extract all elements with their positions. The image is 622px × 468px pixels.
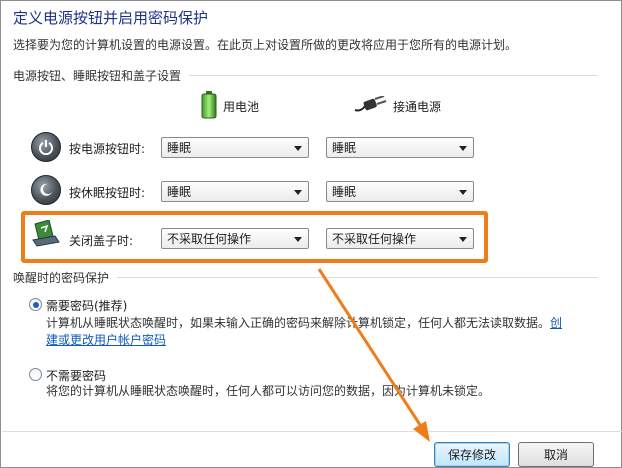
sleep-button-label: 按休眠按钮时:	[69, 186, 146, 200]
no-password-label[interactable]: 不需要密码	[46, 367, 106, 384]
select-value: 不采取任何操作	[332, 232, 417, 246]
select-value: 睡眠	[332, 141, 357, 155]
lid-close-label: 关闭盖子时:	[69, 234, 134, 248]
change-password-link-line: 建或更改用户帐户密码	[46, 332, 166, 349]
lid-close-plugged-select[interactable]: 不采取任何操作	[326, 228, 474, 249]
chevron-down-icon	[459, 237, 467, 242]
select-value: 睡眠	[332, 185, 357, 199]
power-button-label: 按电源按钮时:	[69, 142, 146, 156]
require-password-description: 计算机从睡眠状态唤醒时，如果未输入正确的密码来解除计算机锁定，任何人都无法读取数…	[46, 315, 586, 332]
wake-section-title: 唤醒时的密码保护	[13, 269, 118, 286]
power-plug-icon	[353, 95, 387, 117]
power-options-window: 定义电源按钮并启用密码保护 选择要为您的计算机设置的电源设置。在此页上对设置所做…	[0, 0, 622, 468]
require-password-label[interactable]: 需要密码(推荐)	[46, 297, 127, 314]
battery-column-header: 用电池	[201, 91, 259, 122]
power-button-plugged-select[interactable]: 睡眠	[326, 137, 474, 158]
power-section-title: 电源按钮、睡眠按钮和盖子设置	[13, 67, 190, 84]
select-value: 睡眠	[167, 141, 192, 155]
no-password-radio[interactable]	[29, 368, 42, 381]
change-password-link-cont[interactable]: 建或更改用户帐户密码	[46, 333, 166, 347]
plugged-column-label: 接通电源	[393, 100, 442, 114]
radio-dot	[32, 301, 39, 308]
battery-icon	[201, 91, 217, 122]
save-button[interactable]: 保存修改	[434, 442, 510, 467]
chevron-down-icon	[294, 146, 302, 151]
footer-divider	[2, 431, 622, 432]
chevron-down-icon	[294, 190, 302, 195]
sleep-button-plugged-select[interactable]: 睡眠	[326, 181, 474, 202]
chevron-down-icon	[294, 237, 302, 242]
sleep-button-icon	[31, 175, 61, 205]
change-password-link[interactable]: 创	[550, 316, 562, 330]
select-value: 睡眠	[167, 185, 192, 199]
chevron-down-icon	[459, 190, 467, 195]
sleep-button-battery-select[interactable]: 睡眠	[161, 181, 309, 202]
page-description: 选择要为您的计算机设置的电源设置。在此页上对设置所做的更改将应用于您所有的电源计…	[13, 38, 518, 52]
require-password-desc-text: 计算机从睡眠状态唤醒时，如果未输入正确的密码来解除计算机锁定，任何人都无法读取数…	[46, 316, 551, 330]
plugged-column-header: 接通电源	[353, 95, 442, 117]
no-password-description: 将您的计算机从睡眠状态唤醒时，任何人都可以访问您的数据，因为计算机未锁定。	[46, 384, 491, 398]
page-title: 定义电源按钮并启用密码保护	[13, 9, 209, 27]
power-button-battery-select[interactable]: 睡眠	[161, 137, 309, 158]
chevron-down-icon	[459, 146, 467, 151]
select-value: 不采取任何操作	[167, 232, 252, 246]
power-button-icon	[31, 132, 61, 162]
cancel-button[interactable]: 取消	[518, 442, 594, 467]
laptop-lid-icon	[31, 219, 61, 251]
battery-column-label: 用电池	[223, 100, 260, 114]
require-password-radio[interactable]	[29, 298, 42, 311]
lid-close-battery-select[interactable]: 不采取任何操作	[161, 228, 309, 249]
